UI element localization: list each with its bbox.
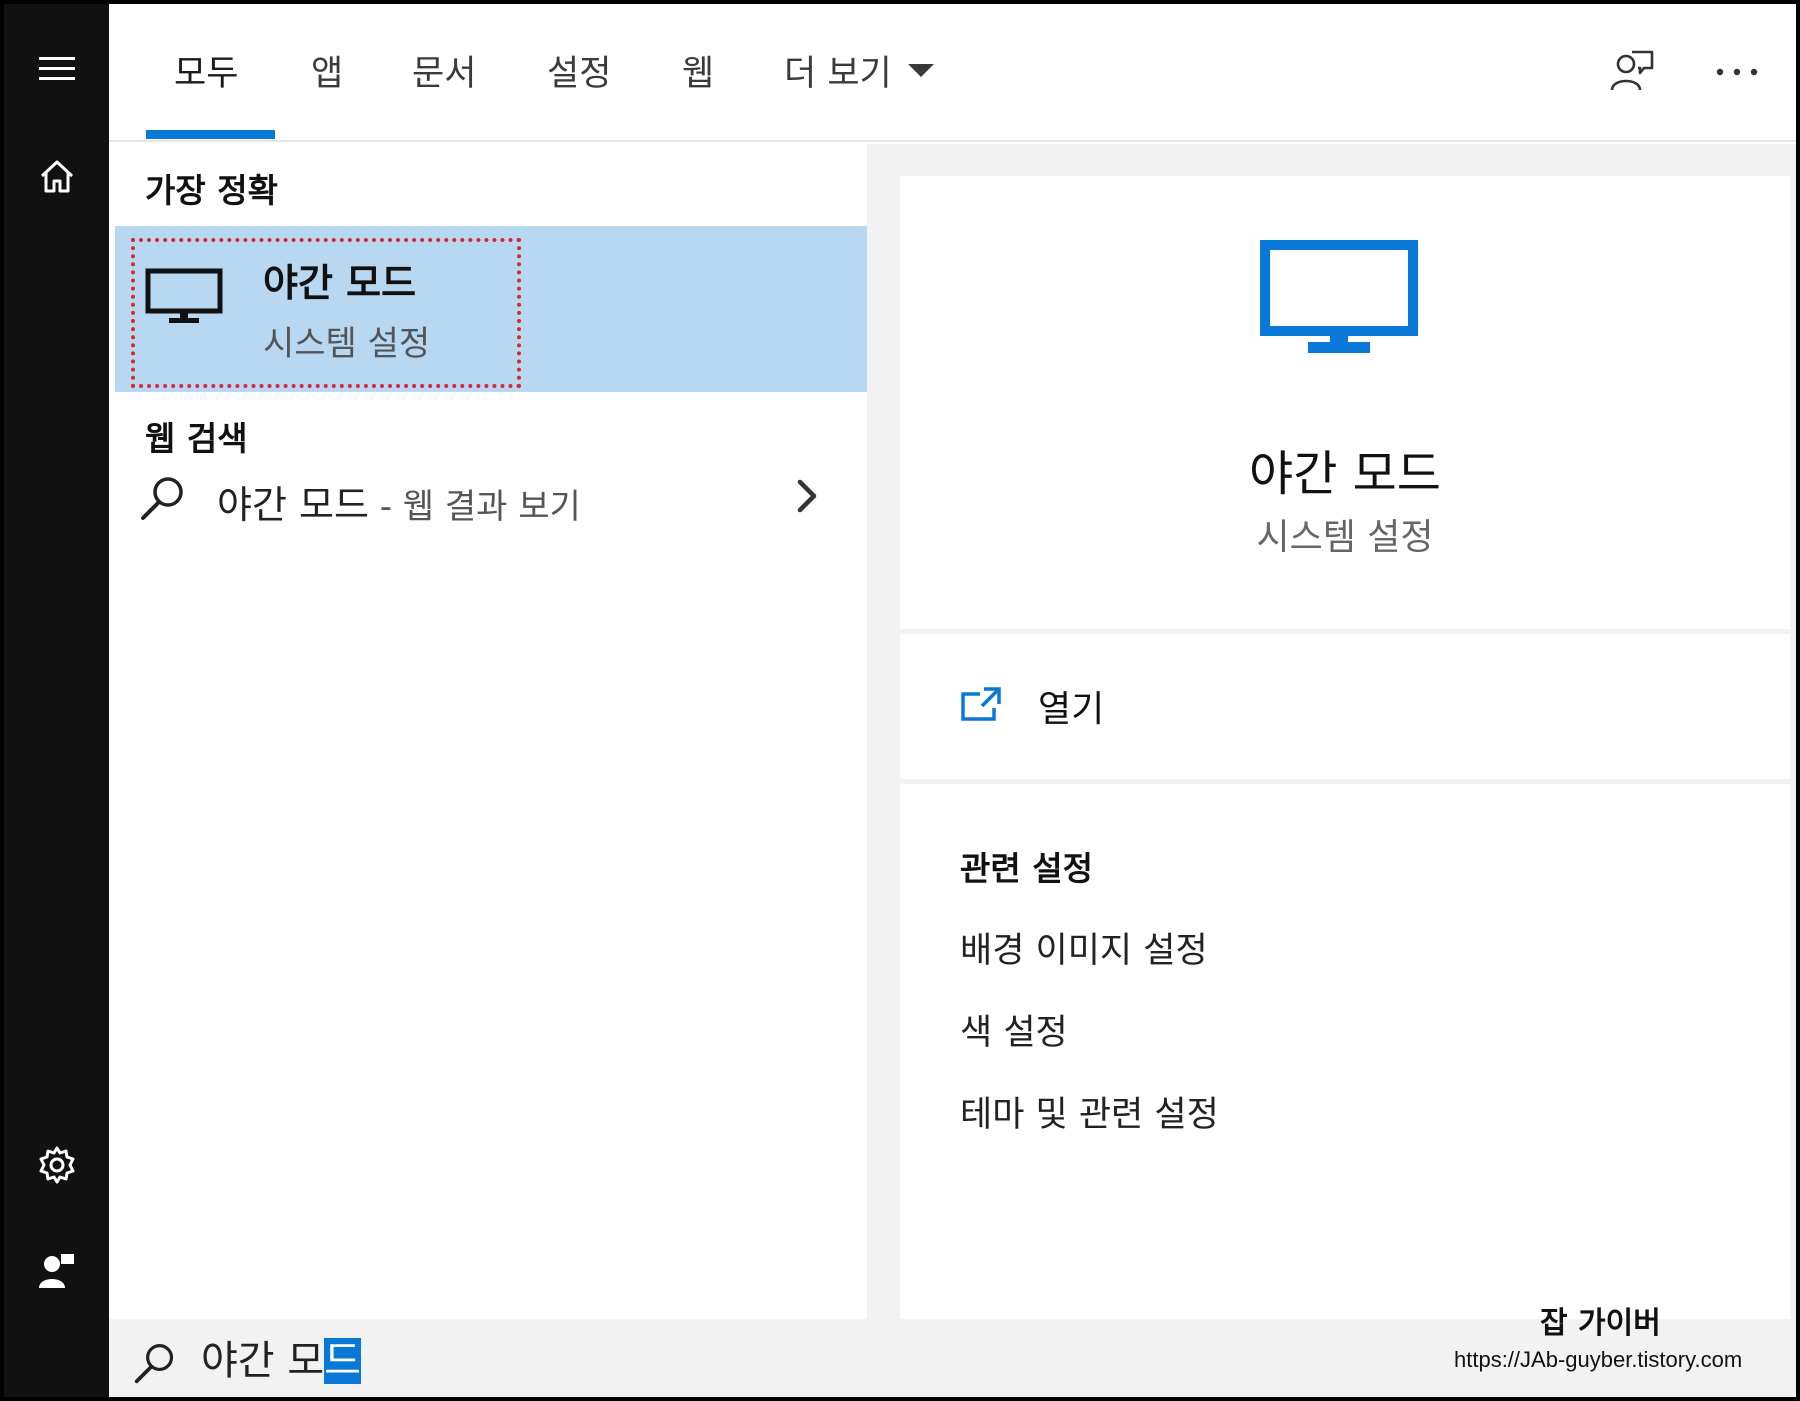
tab-bar: 모두 앱 문서 설정 웹 더 보기 <box>109 4 1796 142</box>
gear-icon[interactable] <box>4 1130 109 1200</box>
web-search-query: 야간 모드 - 웹 결과 보기 <box>217 474 581 529</box>
monitor-icon <box>145 268 223 330</box>
tab-all[interactable]: 모두 <box>174 46 238 94</box>
tab-documents[interactable]: 문서 <box>412 46 476 94</box>
tab-label: 더 보기 <box>784 53 892 94</box>
feedback-icon[interactable] <box>1604 44 1660 100</box>
chevron-right-icon <box>795 478 819 518</box>
related-settings-header: 관련 설정 <box>960 849 1093 888</box>
best-match-subtitle: 시스템 설정 <box>263 324 431 364</box>
tab-web[interactable]: 웹 <box>682 46 714 94</box>
tab-apps[interactable]: 앱 <box>311 46 343 94</box>
caret-down-icon <box>907 63 934 77</box>
web-query-suffix: - 웹 결과 보기 <box>368 487 581 527</box>
preview-header-card: 야간 모드 시스템 설정 <box>900 176 1790 629</box>
results-pane: 가장 정확 야간 모드 시스템 설정 웹 검색 야간 모드 - 웹 결과 보기 <box>109 144 867 1319</box>
hamburger-menu-icon[interactable] <box>4 34 109 104</box>
search-window: 모두 앱 문서 설정 웹 더 보기 가장 정확 야간 모드 시스템 설정 웹 검… <box>0 0 1800 1401</box>
tab-label: 모두 <box>174 53 239 94</box>
search-input[interactable]: 야간 모드 <box>201 1331 361 1391</box>
user-icon[interactable] <box>4 1235 109 1305</box>
watermark-title: 잡 가이버 <box>1540 1306 1661 1341</box>
open-label: 열기 <box>1038 689 1105 730</box>
tab-label: 앱 <box>311 53 344 94</box>
web-search-result[interactable]: 야간 모드 - 웹 결과 보기 <box>109 462 861 538</box>
preview-title: 야간 모드 <box>1249 446 1441 502</box>
related-link-colors[interactable]: 색 설정 <box>960 1004 1068 1055</box>
tab-label: 설정 <box>547 53 612 94</box>
related-settings-card: 관련 설정 배경 이미지 설정 색 설정 테마 및 관련 설정 <box>900 784 1790 1319</box>
related-link-background[interactable]: 배경 이미지 설정 <box>960 922 1208 973</box>
open-external-icon <box>960 686 1002 726</box>
preview-actions-card: 열기 <box>900 634 1790 779</box>
tab-more[interactable]: 더 보기 <box>784 46 934 94</box>
preview-subtitle: 시스템 설정 <box>1256 517 1434 558</box>
search-icon <box>133 1341 177 1389</box>
more-icon[interactable] <box>1709 44 1765 100</box>
open-button[interactable]: 열기 <box>960 678 1104 734</box>
home-icon[interactable] <box>4 141 109 211</box>
web-search-header: 웹 검색 <box>145 419 248 458</box>
monitor-icon <box>1260 240 1418 362</box>
search-selected-text: 드 <box>324 1338 361 1384</box>
active-tab-indicator <box>146 130 275 139</box>
best-match-title: 야간 모드 <box>263 261 417 305</box>
search-icon <box>139 474 187 526</box>
tab-settings[interactable]: 설정 <box>547 46 611 94</box>
tab-label: 문서 <box>412 53 477 94</box>
web-query-text: 야간 모드 <box>217 483 369 527</box>
best-match-result[interactable]: 야간 모드 시스템 설정 <box>115 226 867 392</box>
search-typed-text: 야간 모 <box>201 1338 325 1384</box>
best-match-header: 가장 정확 <box>145 171 278 210</box>
watermark-url: https://JAb-guyber.tistory.com <box>1454 1347 1743 1372</box>
left-rail <box>4 4 109 1397</box>
related-link-themes[interactable]: 테마 및 관련 설정 <box>960 1086 1219 1137</box>
tab-label: 웹 <box>682 53 715 94</box>
